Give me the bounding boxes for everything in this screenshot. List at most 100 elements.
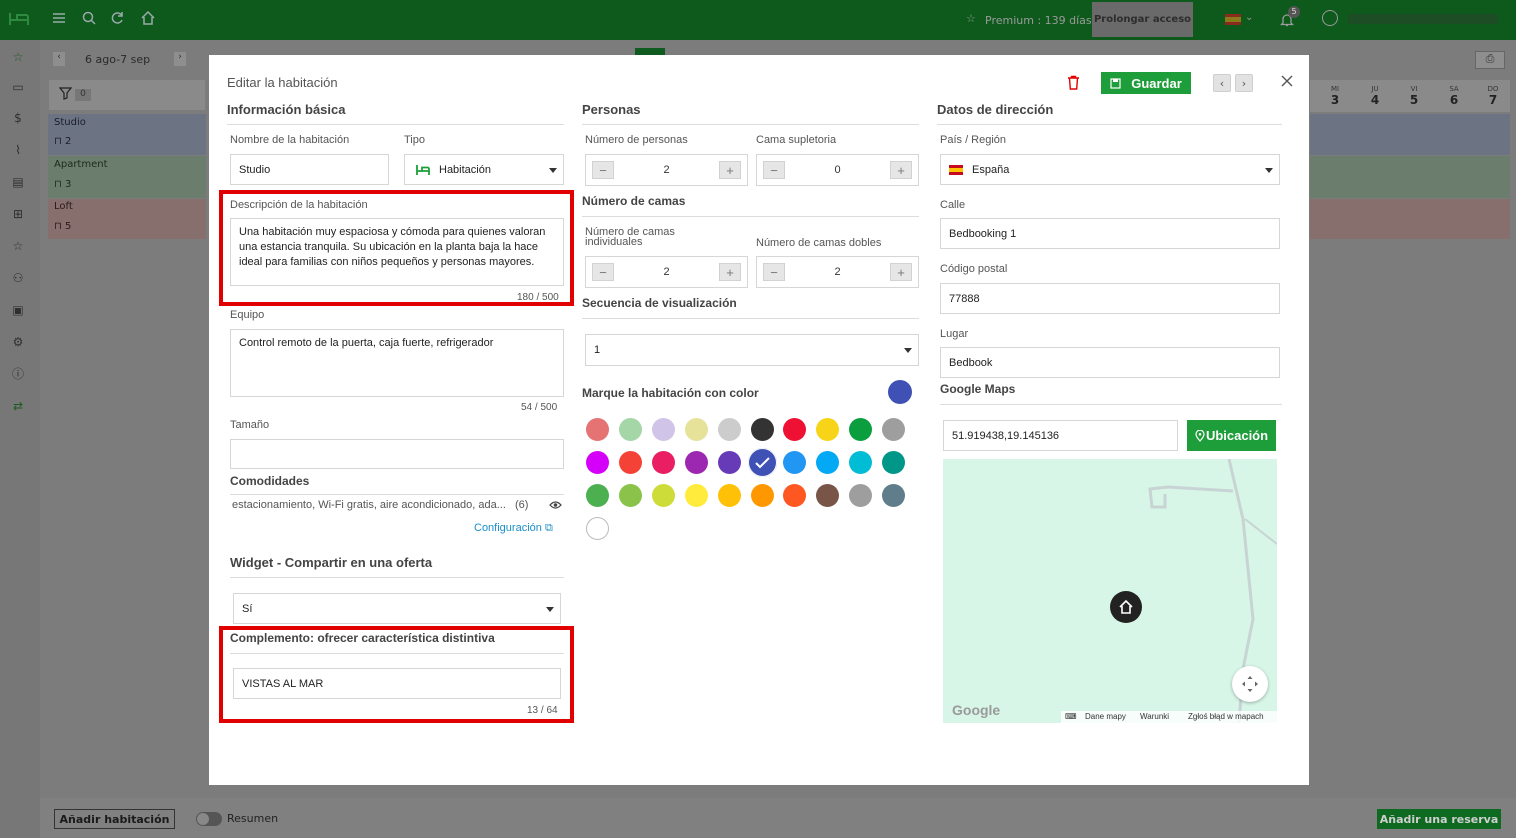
extra-bed-stepper[interactable]: − 0 + bbox=[756, 154, 919, 186]
color-swatch[interactable] bbox=[586, 517, 609, 540]
user-add-icon[interactable]: ⚇ bbox=[10, 270, 26, 286]
next-room-button[interactable]: › bbox=[1235, 74, 1253, 92]
place-input[interactable]: Bedbook bbox=[940, 347, 1280, 378]
calendar-icon[interactable]: ▭ bbox=[10, 79, 26, 95]
star-outline-icon[interactable]: ☆ bbox=[10, 238, 26, 254]
configuration-link[interactable]: Configuración ⧉ bbox=[474, 522, 553, 535]
country-select[interactable]: España bbox=[940, 154, 1280, 185]
refresh-icon[interactable] bbox=[110, 11, 125, 25]
street-input[interactable]: Bedbooking 1 bbox=[940, 218, 1280, 249]
room-name-input[interactable]: Studio bbox=[230, 154, 389, 185]
room-row-apartment[interactable]: Apartment ⊓ 3 bbox=[48, 156, 206, 198]
color-swatch[interactable] bbox=[747, 448, 777, 477]
color-swatch[interactable] bbox=[783, 451, 807, 474]
equipment-textarea[interactable]: Control remoto de la puerta, caja fuerte… bbox=[230, 329, 564, 397]
prev-room-button[interactable]: ‹ bbox=[1213, 74, 1231, 92]
minus-button[interactable]: − bbox=[763, 161, 785, 179]
color-swatch[interactable] bbox=[651, 451, 675, 474]
plus-button[interactable]: + bbox=[890, 263, 912, 281]
plus-button[interactable]: + bbox=[890, 161, 912, 179]
plus-button[interactable]: + bbox=[719, 161, 741, 179]
minus-button[interactable]: − bbox=[592, 263, 614, 281]
home-icon[interactable] bbox=[141, 11, 155, 25]
filter-icon[interactable] bbox=[59, 87, 72, 100]
print-icon[interactable]: ⎙ bbox=[1475, 51, 1505, 69]
double-beds-stepper[interactable]: − 2 + bbox=[756, 256, 919, 288]
single-beds-stepper[interactable]: − 2 + bbox=[585, 256, 748, 288]
color-swatch[interactable] bbox=[586, 418, 609, 441]
color-swatch[interactable] bbox=[882, 451, 906, 474]
size-input[interactable] bbox=[230, 439, 564, 469]
menu-icon[interactable] bbox=[52, 11, 66, 25]
briefcase-icon[interactable]: ▣ bbox=[10, 302, 26, 318]
plus-button[interactable]: + bbox=[719, 263, 741, 281]
next-arrow-icon[interactable]: › bbox=[174, 52, 186, 66]
color-swatch[interactable] bbox=[849, 484, 873, 507]
color-swatch[interactable] bbox=[618, 451, 642, 474]
map-terms-link[interactable]: Warunki bbox=[1140, 712, 1169, 721]
map-data-link[interactable]: Dane mapy bbox=[1085, 712, 1126, 721]
search-icon[interactable] bbox=[82, 11, 96, 25]
user-avatar-icon[interactable] bbox=[1322, 10, 1338, 26]
color-swatch[interactable] bbox=[816, 451, 840, 474]
color-swatch[interactable] bbox=[783, 484, 807, 507]
eye-icon[interactable] bbox=[549, 500, 562, 510]
color-swatch[interactable] bbox=[586, 484, 609, 507]
color-swatch[interactable] bbox=[717, 484, 741, 507]
color-swatch[interactable] bbox=[717, 451, 741, 474]
chevron-down-icon[interactable]: ⌄ bbox=[1245, 12, 1253, 23]
google-map[interactable]: Google ⌨ Dane mapy Warunki Zgłoś błąd w … bbox=[943, 459, 1277, 723]
color-swatch[interactable] bbox=[750, 418, 774, 441]
color-swatch[interactable] bbox=[717, 418, 741, 441]
color-swatch[interactable] bbox=[816, 484, 840, 507]
color-swatch[interactable] bbox=[849, 418, 873, 441]
add-booking-button[interactable]: Añadir una reserva bbox=[1377, 809, 1501, 829]
bed-logo-icon[interactable] bbox=[8, 11, 30, 27]
spain-flag-icon[interactable] bbox=[1225, 14, 1241, 25]
add-room-button[interactable]: Añadir habitación bbox=[54, 809, 175, 829]
close-icon[interactable] bbox=[1281, 75, 1293, 87]
coordinates-input[interactable]: 51.919438,19.145136 bbox=[943, 420, 1178, 451]
fullscreen-icon[interactable] bbox=[1232, 666, 1268, 702]
document-icon[interactable]: ▤ bbox=[10, 174, 26, 190]
color-swatch[interactable] bbox=[651, 418, 675, 441]
chart-icon[interactable]: ⌇ bbox=[10, 142, 26, 158]
dollar-icon[interactable]: $ bbox=[10, 110, 26, 126]
color-swatch[interactable] bbox=[684, 484, 708, 507]
color-swatch[interactable] bbox=[586, 451, 609, 474]
minus-button[interactable]: − bbox=[592, 161, 614, 179]
save-button[interactable]: Guardar bbox=[1101, 72, 1191, 94]
color-swatch[interactable] bbox=[882, 418, 906, 441]
color-swatch[interactable] bbox=[750, 484, 774, 507]
room-type-select[interactable]: Habitación bbox=[404, 154, 564, 185]
trash-icon[interactable] bbox=[1067, 75, 1080, 90]
room-row-studio[interactable]: Studio ⊓ 2 bbox=[48, 114, 206, 155]
color-swatch[interactable] bbox=[618, 484, 642, 507]
widget-share-select[interactable]: Sí bbox=[233, 593, 561, 624]
minus-button[interactable]: − bbox=[763, 263, 785, 281]
room-row-loft[interactable]: Loft ⊓ 5 bbox=[48, 199, 206, 239]
sync-icon[interactable]: ⇄ bbox=[10, 398, 26, 414]
color-swatch[interactable] bbox=[618, 418, 642, 441]
postal-code-input[interactable]: 77888 bbox=[940, 283, 1280, 314]
star-icon[interactable]: ☆ bbox=[10, 49, 26, 65]
home-map-pin-icon[interactable] bbox=[1110, 591, 1142, 623]
color-swatch[interactable] bbox=[684, 418, 708, 441]
info-icon[interactable]: ⓘ bbox=[10, 366, 26, 382]
prev-arrow-icon[interactable]: ‹ bbox=[53, 52, 65, 66]
display-sequence-select[interactable]: 1 bbox=[585, 334, 919, 366]
color-swatch[interactable] bbox=[651, 484, 675, 507]
color-swatch[interactable] bbox=[882, 484, 906, 507]
location-button[interactable]: Ubicación bbox=[1187, 420, 1276, 451]
grid-icon[interactable]: ⊞ bbox=[10, 206, 26, 222]
gear-icon[interactable]: ⚙ bbox=[10, 334, 26, 350]
extend-access-button[interactable]: Prolongar acceso bbox=[1092, 2, 1193, 37]
map-report-link[interactable]: Zgłoś błąd w mapach bbox=[1188, 712, 1264, 721]
num-persons-stepper[interactable]: − 2 + bbox=[585, 154, 748, 186]
color-swatch[interactable] bbox=[849, 451, 873, 474]
summary-toggle[interactable] bbox=[196, 812, 222, 826]
color-swatch[interactable] bbox=[816, 418, 840, 441]
keyboard-icon[interactable]: ⌨ bbox=[1065, 712, 1077, 721]
color-swatch[interactable] bbox=[783, 418, 807, 441]
color-swatch[interactable] bbox=[684, 451, 708, 474]
